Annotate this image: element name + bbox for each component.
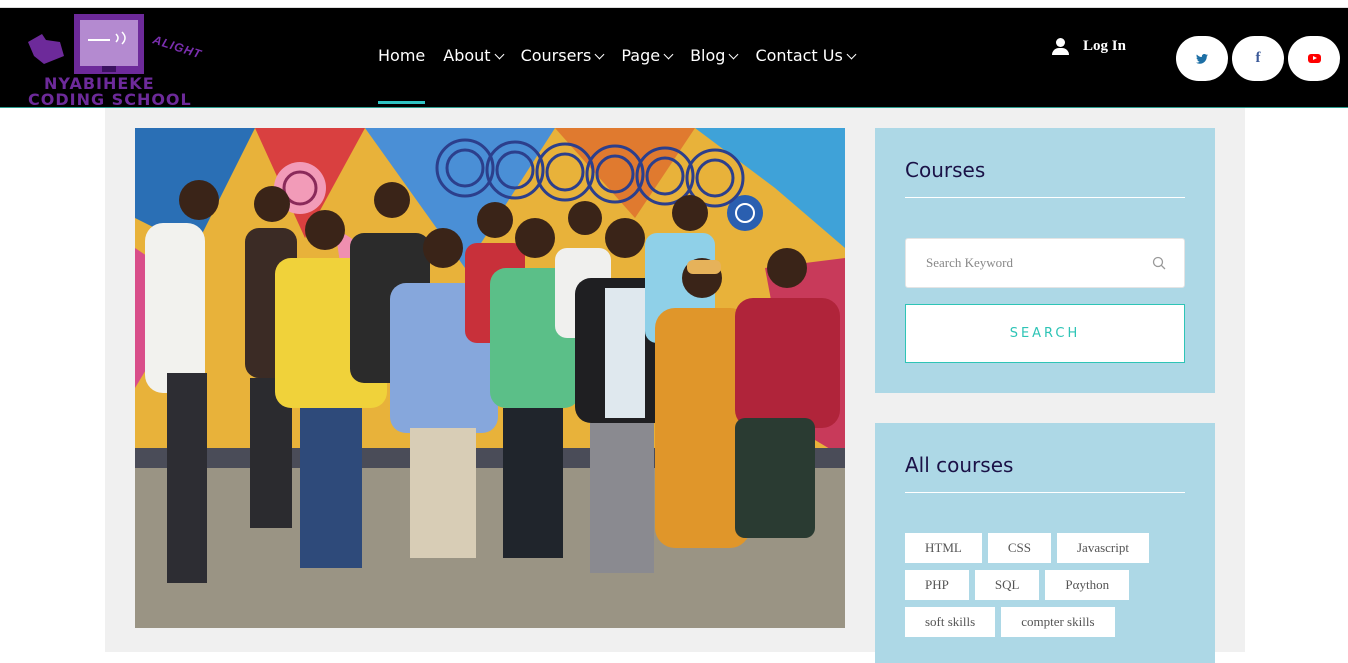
chevron-down-icon bbox=[729, 49, 739, 60]
login-link[interactable]: Log In bbox=[1052, 38, 1126, 55]
course-tag-css[interactable]: CSS bbox=[987, 533, 1051, 563]
nav-item-contact[interactable]: Contact Us bbox=[755, 46, 857, 65]
facebook-icon: f bbox=[1255, 50, 1261, 66]
chevron-down-icon bbox=[594, 49, 605, 60]
chevron-down-icon bbox=[663, 49, 674, 60]
youtube-icon bbox=[1307, 54, 1321, 63]
chevron-down-icon bbox=[846, 49, 857, 60]
divider bbox=[905, 197, 1185, 198]
nav-item-label: About bbox=[443, 46, 491, 65]
youtube-button[interactable] bbox=[1288, 36, 1340, 81]
group-photo bbox=[135, 128, 845, 628]
course-tag-soft-skills[interactable]: soft skills bbox=[905, 607, 996, 637]
nav-item-label: Contact Us bbox=[755, 46, 843, 65]
search-icon[interactable] bbox=[1152, 256, 1166, 270]
facebook-button[interactable]: f bbox=[1232, 36, 1284, 81]
nav-item-page[interactable]: Page bbox=[621, 46, 674, 65]
site-logo[interactable]: ALIGHT NYABIHEKE CODING SCHOOL bbox=[24, 12, 224, 109]
login-label: Log In bbox=[1083, 38, 1126, 54]
courses-widget: Courses SEARCH bbox=[875, 128, 1215, 393]
divider bbox=[905, 492, 1185, 493]
user-icon bbox=[1052, 38, 1069, 55]
nav-item-label: Home bbox=[378, 46, 426, 65]
nav-item-label: Blog bbox=[690, 46, 726, 65]
social-links: f bbox=[1176, 36, 1340, 81]
site-header: ALIGHT NYABIHEKE CODING SCHOOL Home Abou… bbox=[0, 8, 1348, 109]
nav-item-coursers[interactable]: Coursers bbox=[520, 46, 605, 65]
course-tag-html[interactable]: HTML bbox=[905, 533, 982, 563]
nav-item-label: Page bbox=[621, 46, 661, 65]
search-input[interactable] bbox=[906, 239, 1136, 287]
twitter-icon bbox=[1196, 53, 1208, 64]
twitter-button[interactable] bbox=[1176, 36, 1228, 81]
group-photo-image bbox=[135, 128, 845, 628]
all-courses-widget: All courses HTML CSS Javascript PHP SQL … bbox=[875, 423, 1215, 663]
course-tags: HTML CSS Javascript PHP SQL Pαython soft… bbox=[905, 533, 1195, 637]
course-tag-computer-skills[interactable]: compter skills bbox=[1001, 607, 1115, 637]
courses-widget-title: Courses bbox=[905, 158, 986, 182]
nav-item-label: Coursers bbox=[520, 46, 592, 65]
main-content: Courses SEARCH All courses HTML CSS Java… bbox=[105, 108, 1245, 663]
search-button[interactable]: SEARCH bbox=[905, 304, 1185, 363]
chevron-down-icon bbox=[494, 49, 505, 60]
nav-item-blog[interactable]: Blog bbox=[690, 46, 739, 65]
top-strip bbox=[0, 0, 1348, 8]
nav-item-about[interactable]: About bbox=[443, 46, 505, 65]
course-tag-python[interactable]: Pαython bbox=[1045, 570, 1130, 600]
course-tag-sql[interactable]: SQL bbox=[974, 570, 1040, 600]
search-box bbox=[905, 238, 1185, 288]
course-tag-javascript[interactable]: Javascript bbox=[1056, 533, 1149, 563]
main-nav: Home About Coursers Page Blog Contact Us bbox=[378, 46, 873, 104]
course-tag-php[interactable]: PHP bbox=[905, 570, 969, 600]
nav-item-home[interactable]: Home bbox=[378, 46, 426, 104]
all-courses-widget-title: All courses bbox=[905, 453, 1014, 477]
logo-text-line2: CODING SCHOOL bbox=[28, 90, 192, 109]
